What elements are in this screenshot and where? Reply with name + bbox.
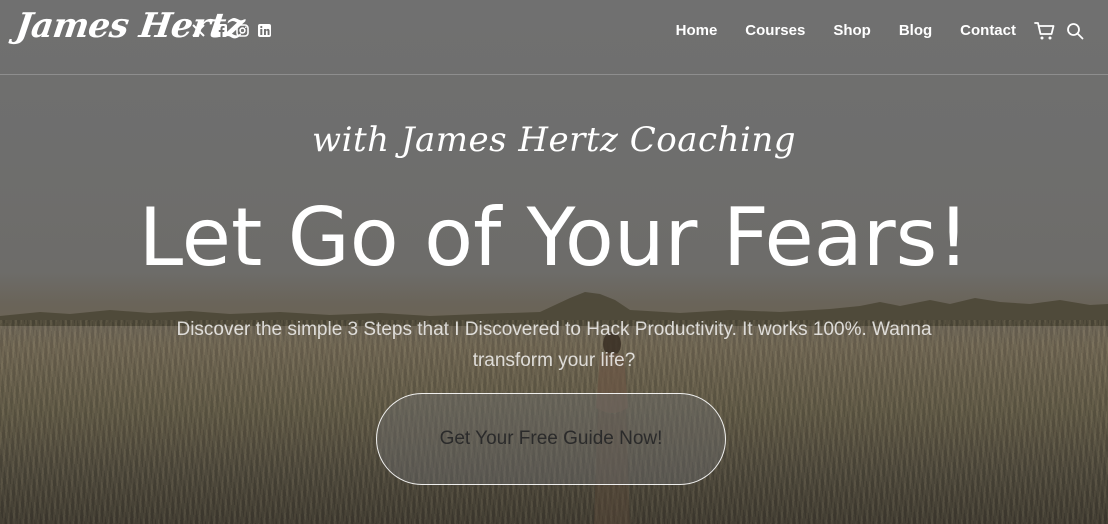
social-links [191,23,271,37]
site-header: James Hertz Home Courses Shop Blog Conta… [0,0,1108,75]
nav-home[interactable]: Home [676,21,718,41]
hero-tagline: with James Hertz Coaching [311,120,796,160]
facebook-icon[interactable] [213,23,227,37]
linkedin-icon[interactable] [257,23,271,37]
main-nav: Home Courses Shop Blog Contact [676,21,1016,41]
nav-blog[interactable]: Blog [899,21,932,41]
free-guide-button-label: Get Your Free Guide Now! [439,428,663,449]
nav-courses[interactable]: Courses [745,21,805,41]
cart-icon[interactable] [1034,21,1056,41]
search-icon[interactable] [1066,22,1084,40]
hero-subtext: Discover the simple 3 Steps that I Disco… [176,319,932,371]
instagram-icon[interactable] [235,23,249,37]
x-twitter-icon[interactable] [191,23,205,37]
free-guide-button[interactable]: Get Your Free Guide Now! [376,393,726,485]
nav-contact[interactable]: Contact [960,21,1016,41]
hero-headline: Let Go of Your Fears! [138,191,970,284]
nav-shop[interactable]: Shop [833,21,871,41]
